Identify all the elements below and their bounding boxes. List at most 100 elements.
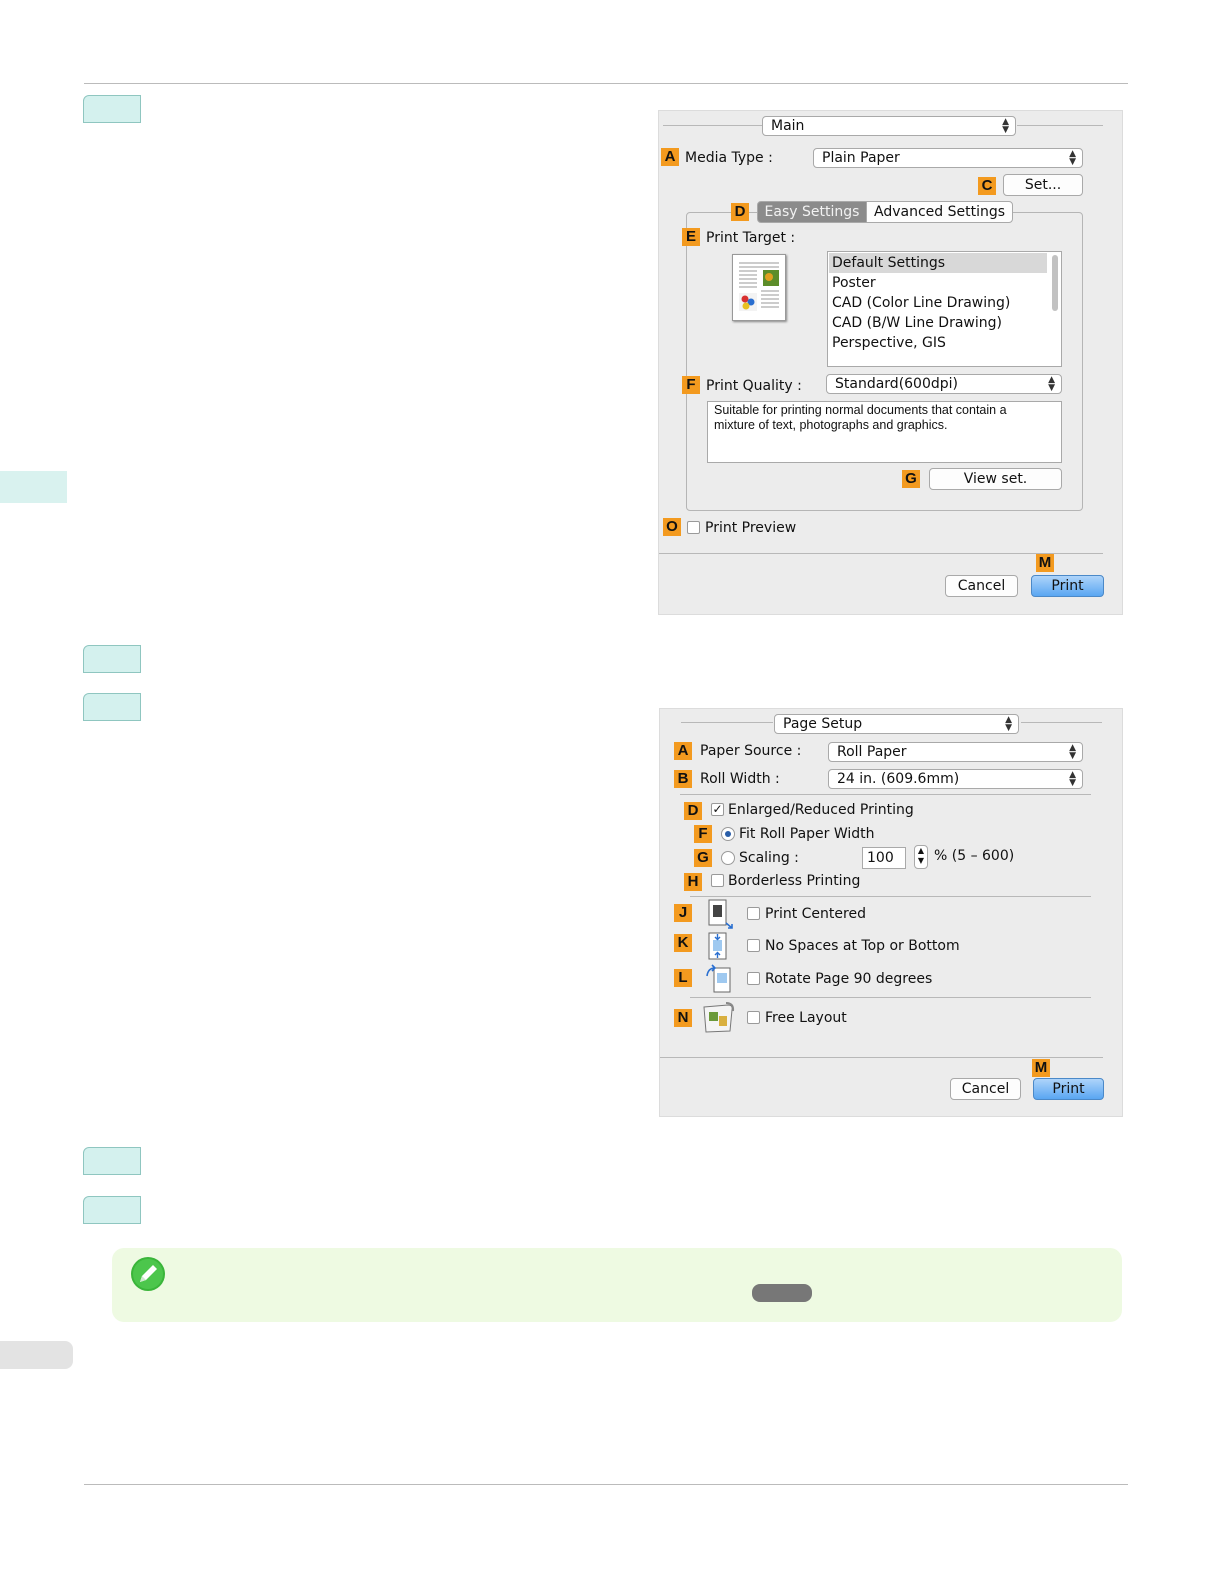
- marker-l: L: [674, 969, 692, 987]
- chapter-side-tab: [0, 471, 67, 503]
- print-quality-value: Standard(600dpi): [835, 376, 958, 392]
- print-dialog-main: Main ▲ ▼ A Media Type : Plain Paper ▲ ▼ C …: [658, 110, 1123, 615]
- tab-easy-settings[interactable]: Easy Settings: [757, 201, 867, 223]
- roll-width-value: 24 in. (609.6mm): [837, 771, 960, 787]
- header-rule-right: [1021, 722, 1102, 723]
- scaling-stepper[interactable]: ▲ ▼: [914, 845, 928, 869]
- step-marker-1: [83, 95, 141, 123]
- quality-description: Suitable for printing normal documents t…: [707, 401, 1062, 463]
- marker-j: J: [674, 904, 692, 922]
- marker-g: G: [694, 849, 712, 867]
- marker-o: O: [663, 518, 681, 536]
- header-rule-left: [681, 722, 773, 723]
- set-button[interactable]: Set...: [1003, 174, 1083, 196]
- print-target-label: Print Target :: [706, 230, 796, 246]
- media-type-label: Media Type :: [685, 150, 773, 166]
- step-marker-5: [83, 1196, 141, 1224]
- updown-arrows-icon: ▲ ▼: [1069, 743, 1076, 761]
- reference-button[interactable]: [752, 1284, 812, 1302]
- bottom-rule: [84, 1484, 1128, 1485]
- panel-select[interactable]: Page Setup ▲ ▼: [774, 714, 1019, 734]
- marker-c: C: [978, 177, 996, 195]
- scaling-radio[interactable]: [721, 851, 735, 865]
- scaling-input[interactable]: 100: [862, 847, 906, 869]
- note-box: [112, 1248, 1122, 1322]
- view-set-button[interactable]: View set.: [929, 468, 1062, 490]
- rotate-page-label: Rotate Page 90 degrees: [765, 971, 933, 987]
- marker-n: N: [674, 1009, 692, 1027]
- updown-arrows-icon: ▲ ▼: [1048, 375, 1055, 393]
- note-pencil-icon: [130, 1256, 166, 1292]
- marker-m: M: [1032, 1059, 1050, 1077]
- free-layout-label: Free Layout: [765, 1010, 847, 1026]
- fit-roll-width-label: Fit Roll Paper Width: [739, 826, 875, 842]
- rotate-page-icon: [704, 964, 734, 994]
- panel-select-value: Page Setup: [783, 716, 863, 732]
- paper-source-select[interactable]: Roll Paper ▲ ▼: [828, 742, 1083, 762]
- media-type-select[interactable]: Plain Paper ▲ ▼: [813, 148, 1083, 168]
- print-centered-checkbox[interactable]: [747, 907, 760, 920]
- step-marker-2: [83, 645, 141, 673]
- fit-roll-width-radio[interactable]: [721, 827, 735, 841]
- print-preview-label: Print Preview: [705, 520, 797, 536]
- updown-arrows-icon: ▲ ▼: [1069, 149, 1076, 167]
- step-marker-3: [83, 693, 141, 721]
- header-rule-right: [1017, 125, 1103, 126]
- print-centered-icon: [706, 899, 734, 929]
- updown-arrows-icon: ▲ ▼: [1069, 770, 1076, 788]
- enlarged-reduced-label: Enlarged/Reduced Printing: [728, 802, 914, 818]
- cancel-button[interactable]: Cancel: [950, 1078, 1021, 1100]
- free-layout-checkbox[interactable]: [747, 1011, 760, 1024]
- print-button[interactable]: Print: [1031, 575, 1104, 597]
- marker-a: A: [661, 148, 679, 166]
- marker-b: B: [674, 770, 692, 788]
- tab-advanced-settings[interactable]: Advanced Settings: [866, 201, 1013, 223]
- rotate-page-checkbox[interactable]: [747, 972, 760, 985]
- scaling-range: % (5 – 600): [934, 848, 1015, 864]
- list-item[interactable]: CAD (B/W Line Drawing): [829, 313, 1047, 333]
- document-preview-icon: [732, 254, 786, 321]
- print-button[interactable]: Print: [1033, 1078, 1104, 1100]
- updown-arrows-icon: ▲ ▼: [1002, 117, 1009, 135]
- panel-select[interactable]: Main ▲ ▼: [762, 116, 1016, 136]
- cancel-button[interactable]: Cancel: [945, 575, 1018, 597]
- no-spaces-icon: [706, 932, 734, 960]
- print-quality-select[interactable]: Standard(600dpi) ▲ ▼: [826, 374, 1062, 394]
- list-item[interactable]: CAD (Color Line Drawing): [829, 293, 1047, 313]
- paper-source-value: Roll Paper: [837, 744, 907, 760]
- marker-d: D: [684, 802, 702, 820]
- media-type-value: Plain Paper: [822, 150, 900, 166]
- paper-source-label: Paper Source :: [700, 743, 802, 759]
- marker-f: F: [694, 825, 712, 843]
- header-rule-left: [663, 125, 763, 126]
- section-rule: [690, 997, 1091, 998]
- panel-select-value: Main: [771, 118, 805, 134]
- page-side-tab: [0, 1341, 73, 1369]
- top-rule: [84, 83, 1128, 84]
- section-rule: [680, 794, 1091, 795]
- print-dialog-page-setup: Page Setup ▲ ▼ A Paper Source : Roll Pape…: [659, 708, 1123, 1117]
- free-layout-icon: [700, 1001, 736, 1035]
- no-spaces-checkbox[interactable]: [747, 939, 760, 952]
- list-scrollbar[interactable]: [1052, 255, 1058, 311]
- scaling-label: Scaling :: [739, 850, 799, 866]
- marker-m: M: [1036, 554, 1054, 572]
- marker-e: E: [682, 228, 700, 246]
- print-target-list[interactable]: Default Settings Poster CAD (Color Line …: [827, 251, 1062, 367]
- section-rule: [690, 896, 1091, 897]
- print-centered-label: Print Centered: [765, 906, 866, 922]
- list-item[interactable]: Perspective, GIS: [829, 333, 1047, 353]
- marker-k: K: [674, 934, 692, 952]
- list-item[interactable]: Poster: [829, 273, 1047, 293]
- borderless-checkbox[interactable]: [711, 874, 724, 887]
- list-item[interactable]: Default Settings: [829, 253, 1047, 273]
- roll-width-label: Roll Width :: [700, 771, 780, 787]
- marker-g: G: [902, 470, 920, 488]
- marker-f: F: [682, 376, 700, 394]
- print-preview-checkbox[interactable]: [687, 521, 700, 534]
- print-quality-label: Print Quality :: [706, 378, 802, 394]
- roll-width-select[interactable]: 24 in. (609.6mm) ▲ ▼: [828, 769, 1083, 789]
- updown-arrows-icon: ▲ ▼: [1005, 715, 1012, 733]
- enlarged-reduced-checkbox[interactable]: ✓: [711, 803, 724, 816]
- no-spaces-label: No Spaces at Top or Bottom: [765, 938, 960, 954]
